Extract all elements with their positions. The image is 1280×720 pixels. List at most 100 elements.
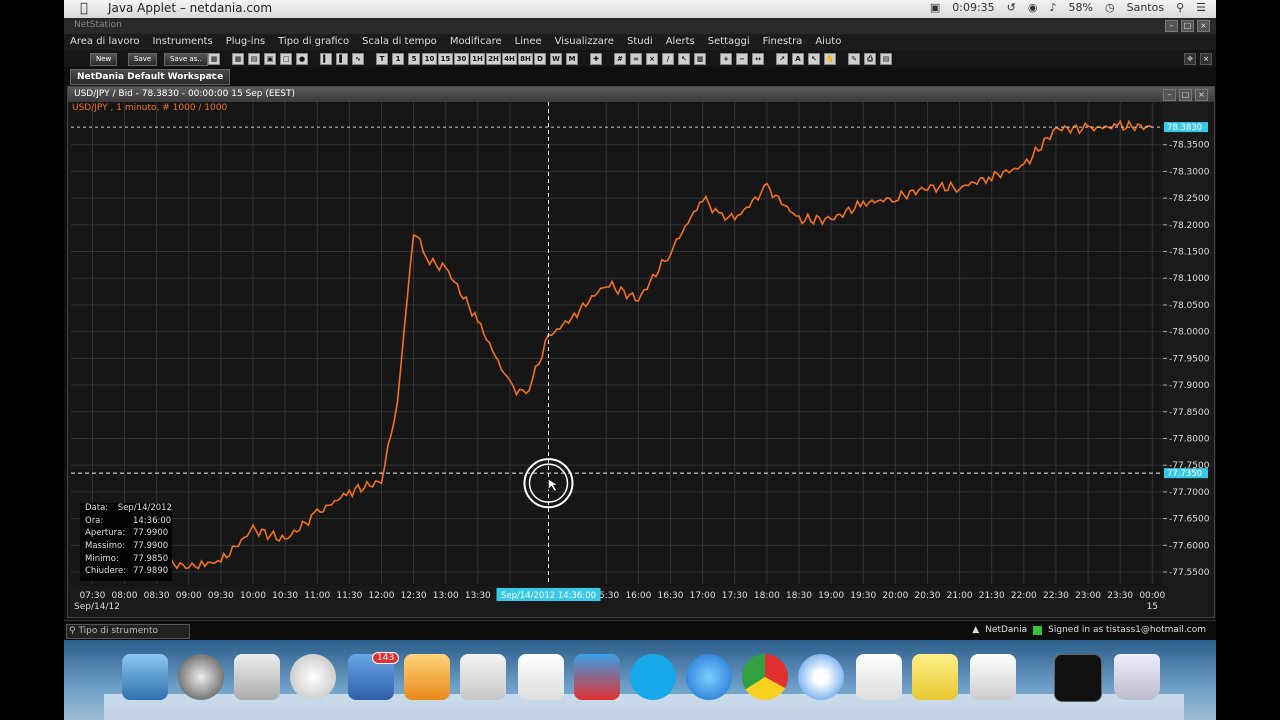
stickies-icon[interactable]: [912, 654, 958, 700]
x-tick-label: 21:00: [947, 591, 973, 601]
new-button[interactable]: New: [90, 53, 118, 66]
close-icon[interactable]: ×: [1197, 20, 1210, 32]
chart-minimize-icon[interactable]: –: [1163, 89, 1176, 101]
notes-icon[interactable]: [856, 654, 902, 700]
spotlight-search-icon[interactable]: ⚲: [1176, 1, 1184, 14]
mail-icon[interactable]: [404, 654, 450, 700]
battery[interactable]: 58%: [1069, 1, 1093, 14]
screen-window-icon[interactable]: [1054, 654, 1102, 702]
y-tick-label: -78.1500: [1169, 248, 1210, 258]
candle-chart-icon[interactable]: ▌: [336, 53, 348, 65]
tf-2h-button[interactable]: 2H: [486, 53, 501, 65]
camera-icon[interactable]: ▣: [930, 1, 940, 14]
menu-aiuto[interactable]: Aiuto: [815, 34, 848, 50]
hand-icon[interactable]: ✋: [824, 53, 836, 65]
link-icon[interactable]: ∞: [630, 53, 642, 65]
tf-tick-button[interactable]: T: [376, 53, 388, 65]
chrome-icon[interactable]: [742, 654, 788, 700]
tf-30m-button[interactable]: 30: [454, 53, 469, 65]
menu-finestra[interactable]: Finestra: [763, 34, 810, 50]
text-tool-icon[interactable]: A: [792, 53, 804, 65]
wifi-icon[interactable]: ◉: [1028, 1, 1038, 14]
menu-settaggi[interactable]: Settaggi: [708, 34, 757, 50]
chart-close-icon[interactable]: ×: [1195, 89, 1208, 101]
menu-visualizzare[interactable]: Visualizzare: [555, 34, 621, 50]
minimize-icon[interactable]: –: [1165, 20, 1178, 32]
grid-icon[interactable]: ▦: [232, 53, 244, 65]
arrow-icon[interactable]: ↗: [776, 53, 788, 65]
zoom-out-icon[interactable]: −: [736, 53, 748, 65]
workspace-tab[interactable]: NetDania Default Workspace: [70, 69, 231, 85]
info-label: Ora:: [85, 515, 104, 526]
menu-modificare[interactable]: Modificare: [450, 34, 509, 50]
crosshair-icon[interactable]: ✚: [590, 53, 602, 65]
menu-linee[interactable]: Linee: [515, 34, 549, 50]
fit-icon[interactable]: ↔: [752, 53, 764, 65]
tf-day-button[interactable]: D: [534, 53, 546, 65]
save-as-button[interactable]: Save as..: [164, 53, 208, 66]
tf-week-button[interactable]: W: [550, 53, 562, 65]
menu-instruments[interactable]: Instruments: [152, 34, 219, 50]
safari-icon[interactable]: [798, 654, 844, 700]
trash-icon[interactable]: [1114, 654, 1160, 700]
photo-booth-icon[interactable]: [460, 654, 506, 700]
alert-bell-icon[interactable]: ▲: [972, 625, 979, 635]
table-icon[interactable]: ▤: [248, 53, 260, 65]
dashboard-icon[interactable]: [178, 654, 224, 700]
notification-list-icon[interactable]: ☰: [1196, 1, 1206, 14]
document-icon[interactable]: □: [280, 53, 292, 65]
toolbar-close-icon[interactable]: ×: [1200, 53, 1212, 65]
line-chart-icon[interactable]: ∿: [352, 53, 364, 65]
draw-line-icon[interactable]: /: [662, 53, 674, 65]
sync-icon[interactable]: ↺: [1007, 1, 1016, 14]
launchpad-icon[interactable]: [290, 654, 336, 700]
tf-8h-button[interactable]: 8H: [518, 53, 533, 65]
menu-tipo-di-grafico[interactable]: Tipo di grafico: [278, 34, 356, 50]
tf-15m-button[interactable]: 15: [438, 53, 453, 65]
tf-1h-button[interactable]: 1H: [470, 53, 485, 65]
restore-icon[interactable]: □: [1181, 20, 1194, 32]
menu-area-di-lavoro[interactable]: Area di lavoro: [70, 34, 146, 50]
menu-studi[interactable]: Studi: [627, 34, 660, 50]
edit-icon[interactable]: ✎: [848, 53, 860, 65]
chart-maximize-icon[interactable]: □: [1179, 89, 1192, 101]
workspace-icon[interactable]: ▦: [208, 53, 220, 65]
tf-4h-button[interactable]: 4H: [502, 53, 517, 65]
workspace-close-icon[interactable]: ×: [208, 71, 216, 81]
price-chart[interactable]: -78.3500 -78.3000 -78.2500 -78.2000 -78.1500…: [68, 102, 1214, 617]
zoom-in-icon[interactable]: +: [720, 53, 732, 65]
delete-icon[interactable]: ×: [646, 53, 658, 65]
tf-10m-button[interactable]: 10: [422, 53, 437, 65]
instrument-type-input[interactable]: ⚲ Tipo di strumento: [66, 624, 190, 639]
menu-alerts[interactable]: Alerts: [666, 34, 702, 50]
hash-grid-icon[interactable]: #: [614, 53, 626, 65]
app-store-icon[interactable]: [686, 654, 732, 700]
finder-icon[interactable]: [122, 654, 168, 700]
parallels-icon[interactable]: [574, 654, 620, 700]
system-preferences-icon[interactable]: [234, 654, 280, 700]
print-icon[interactable]: ⎙: [864, 53, 876, 65]
y-tick-label: -78.2000: [1169, 221, 1210, 231]
user-name[interactable]: Santos: [1127, 1, 1164, 14]
pointer-icon[interactable]: ↖: [808, 53, 820, 65]
volume-icon[interactable]: ♪: [1050, 1, 1057, 14]
textedit-icon[interactable]: [518, 654, 564, 700]
tf-1m-button[interactable]: 1: [392, 53, 404, 65]
coffee-app-icon[interactable]: [970, 654, 1016, 700]
save-button[interactable]: Save: [128, 53, 158, 66]
tf-month-button[interactable]: M: [566, 53, 578, 65]
apple-icon[interactable]: : [80, 1, 88, 16]
time-machine-icon[interactable]: ◷: [1105, 1, 1115, 14]
cursor-icon[interactable]: ↖: [678, 53, 690, 65]
toolbar-settings-icon[interactable]: ✥: [1184, 53, 1196, 65]
skype-icon[interactable]: [630, 654, 676, 700]
export-icon[interactable]: ▤: [880, 53, 892, 65]
picture-icon[interactable]: ▣: [264, 53, 276, 65]
tf-5m-button[interactable]: 5: [408, 53, 420, 65]
x-tick-label: 11:00: [304, 591, 330, 601]
bar-chart-icon[interactable]: ▍: [320, 53, 332, 65]
menu-plug-ins[interactable]: Plug-ins: [226, 34, 272, 50]
bell-icon[interactable]: ●: [296, 53, 308, 65]
volume-bars-icon[interactable]: ▩: [694, 53, 706, 65]
menu-scala-di-tempo[interactable]: Scala di tempo: [362, 34, 444, 50]
